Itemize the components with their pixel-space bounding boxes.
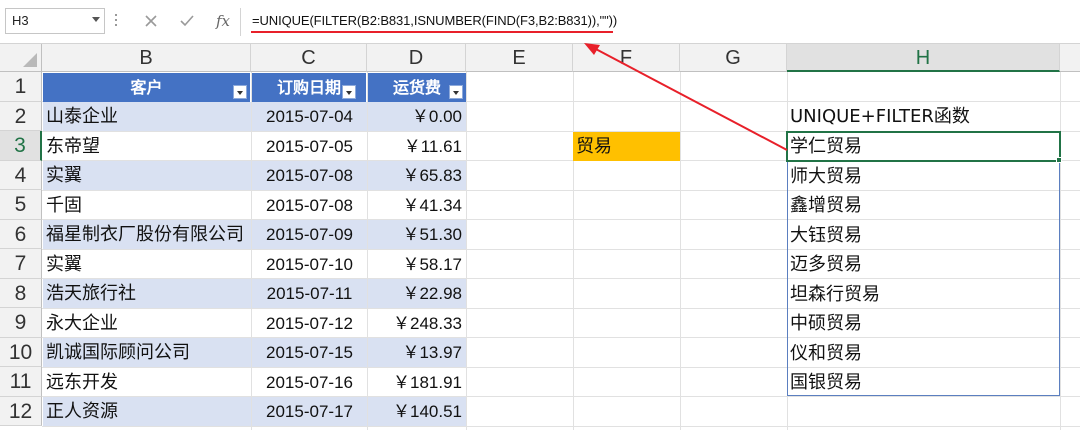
row-header-11[interactable]: 11 — [0, 367, 42, 397]
result-item[interactable]: 国银贸易 — [790, 368, 862, 397]
insert-function-icon[interactable]: fx — [212, 10, 234, 32]
cell-order-date[interactable]: 2015-07-05 — [252, 132, 367, 161]
name-box-value: H3 — [12, 13, 29, 28]
criteria-cell[interactable]: 贸易 — [573, 132, 680, 161]
cell-customer[interactable]: 正人资源 — [43, 397, 251, 426]
drag-handle-icon[interactable] — [114, 14, 118, 30]
column-header-e[interactable]: E — [466, 44, 573, 72]
row-header-5[interactable]: 5 — [0, 190, 42, 220]
column-header-h[interactable]: H — [787, 44, 1060, 72]
column-header-c[interactable]: C — [251, 44, 367, 72]
cell-order-date[interactable]: 2015-07-09 — [252, 220, 367, 249]
row-header-3[interactable]: 3 — [0, 131, 42, 161]
gridline — [1060, 72, 1061, 430]
cell-customer[interactable]: 福星制衣厂股份有限公司 — [43, 220, 251, 249]
gridline — [573, 72, 574, 430]
result-item[interactable]: 鑫增贸易 — [790, 191, 862, 220]
cell-customer[interactable]: 远东开发 — [43, 368, 251, 397]
cell-customer[interactable]: 山泰企业 — [43, 102, 251, 131]
cell-freight[interactable]: ￥181.91 — [368, 368, 466, 397]
result-item[interactable]: 师大贸易 — [790, 162, 862, 191]
row-header-8[interactable]: 8 — [0, 278, 42, 308]
divider — [240, 8, 241, 36]
cell-order-date[interactable]: 2015-07-15 — [252, 338, 367, 367]
cell-order-date[interactable]: 2015-07-11 — [252, 279, 367, 308]
result-item[interactable]: 中硕贸易 — [790, 309, 862, 338]
column-header-d[interactable]: D — [367, 44, 466, 72]
cell-customer[interactable]: 凯诚国际顾问公司 — [43, 338, 251, 367]
gridline — [680, 72, 681, 430]
row-header-1[interactable]: 1 — [0, 72, 42, 102]
result-item[interactable]: 大钰贸易 — [790, 221, 862, 250]
cell-freight[interactable]: ￥22.98 — [368, 279, 466, 308]
column-header-g[interactable]: G — [680, 44, 787, 72]
filter-dropdown-icon[interactable] — [342, 85, 356, 99]
result-item[interactable]: 迈多贸易 — [790, 250, 862, 279]
select-all-corner[interactable] — [0, 44, 42, 72]
fill-handle[interactable] — [1056, 157, 1062, 163]
cancel-icon[interactable] — [140, 10, 162, 32]
formula-input[interactable]: =UNIQUE(FILTER(B2:B831,ISNUMBER(FIND(F3,… — [252, 13, 617, 28]
cell-freight[interactable]: ￥65.83 — [368, 161, 466, 190]
table-header-customer: 客户 — [43, 73, 251, 102]
row-header-2[interactable]: 2 — [0, 101, 42, 131]
filter-dropdown-icon[interactable] — [449, 85, 463, 99]
row-header-9[interactable]: 9 — [0, 308, 42, 338]
cell-freight[interactable]: ￥41.34 — [368, 191, 466, 220]
cell-order-date[interactable]: 2015-07-17 — [252, 397, 367, 426]
cell-freight[interactable]: ￥11.61 — [368, 132, 466, 161]
formula-bar: H3 fx =UNIQUE(FILTER(B2:B831,ISNUMBER(FI… — [0, 0, 1080, 44]
row-header-4[interactable]: 4 — [0, 160, 42, 190]
cell-freight[interactable]: ￥51.30 — [368, 220, 466, 249]
cell-order-date[interactable]: 2015-07-08 — [252, 161, 367, 190]
cell-order-date[interactable]: 2015-07-16 — [252, 368, 367, 397]
cell-freight[interactable]: ￥140.51 — [368, 397, 466, 426]
cell-customer[interactable]: 永大企业 — [43, 309, 251, 338]
confirm-icon[interactable] — [176, 10, 198, 32]
row-header-12[interactable]: 12 — [0, 396, 42, 426]
cell-customer[interactable]: 实翼 — [43, 250, 251, 279]
chevron-down-icon[interactable] — [92, 17, 100, 22]
cell-customer[interactable]: 东帝望 — [43, 132, 251, 161]
cell-freight[interactable]: ￥0.00 — [368, 102, 466, 131]
gridline — [42, 426, 1080, 427]
row-header-7[interactable]: 7 — [0, 249, 42, 279]
cell-order-date[interactable]: 2015-07-04 — [252, 102, 367, 131]
gridline — [466, 72, 467, 430]
column-header-f[interactable]: F — [573, 44, 680, 72]
cell-customer[interactable]: 浩天旅行社 — [43, 279, 251, 308]
name-box[interactable]: H3 — [5, 8, 105, 34]
cell-freight[interactable]: ￥248.33 — [368, 309, 466, 338]
result-item[interactable]: 坦森行贸易 — [790, 280, 880, 309]
formula-underline-annotation — [251, 31, 613, 33]
cell-order-date[interactable]: 2015-07-08 — [252, 191, 367, 220]
column-header-next[interactable] — [1060, 44, 1080, 72]
cell-order-date[interactable]: 2015-07-12 — [252, 309, 367, 338]
row-header-10[interactable]: 10 — [0, 337, 42, 367]
cell-freight[interactable]: ￥58.17 — [368, 250, 466, 279]
row-header-6[interactable]: 6 — [0, 219, 42, 249]
column-header-b[interactable]: B — [42, 44, 251, 72]
result-title[interactable]: UNIQUE+FILTER函数 — [790, 102, 970, 131]
result-item[interactable]: 仪和贸易 — [790, 339, 862, 368]
filter-dropdown-icon[interactable] — [233, 85, 247, 99]
cell-customer[interactable]: 实翼 — [43, 161, 251, 190]
cell-freight[interactable]: ￥13.97 — [368, 338, 466, 367]
active-cell-selection — [786, 131, 1061, 162]
cell-order-date[interactable]: 2015-07-10 — [252, 250, 367, 279]
cell-customer[interactable]: 千固 — [43, 191, 251, 220]
